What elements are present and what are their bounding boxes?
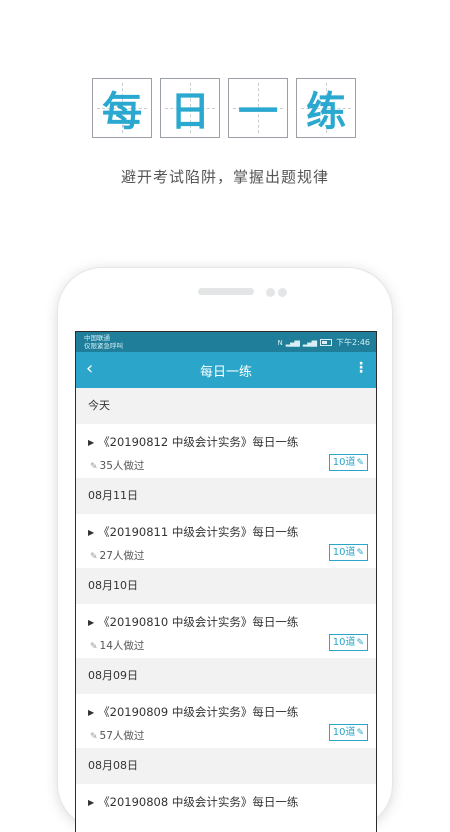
edit-icon: ✎ bbox=[356, 458, 364, 468]
phone-screen: 中国联通 仅限紧急呼叫 N ▂▄▆ ▂▄▆ 下午2:46 ‹ 每日一练 ⋮ 今天… bbox=[75, 331, 377, 832]
badge-label: 10道 bbox=[332, 727, 356, 738]
hero-char-box: 每 bbox=[92, 78, 152, 138]
item-title: 《20190810 中级会计实务》每日一练 bbox=[98, 615, 299, 629]
item-title: 《20190808 中级会计实务》每日一练 bbox=[98, 795, 299, 809]
item-count: 27人做过 bbox=[99, 550, 145, 562]
item-title-row: ▶ 《20190811 中级会计实务》每日一练 bbox=[88, 524, 298, 540]
item-title-row: ▶ 《20190810 中级会计实务》每日一练 bbox=[88, 614, 298, 630]
pencil-icon: ✎ bbox=[90, 552, 98, 562]
item-count-row: ✎ 57人做过 bbox=[90, 728, 144, 743]
back-icon[interactable]: ‹ bbox=[86, 360, 93, 378]
item-count: 14人做过 bbox=[99, 640, 145, 652]
list-item[interactable]: ▶ 《20190809 中级会计实务》每日一练 ✎ 57人做过 10道✎ bbox=[76, 694, 376, 748]
edit-icon: ✎ bbox=[356, 638, 364, 648]
status-bar: 中国联通 仅限紧急呼叫 N ▂▄▆ ▂▄▆ 下午2:46 bbox=[76, 332, 376, 352]
edit-icon: ✎ bbox=[356, 548, 364, 558]
edit-icon: ✎ bbox=[356, 728, 364, 738]
signal-icon: ▂▄▆ bbox=[302, 338, 317, 347]
item-title-row: ▶ 《20190808 中级会计实务》每日一练 bbox=[88, 794, 298, 810]
signal-icon: ▂▄▆ bbox=[285, 338, 300, 347]
hero-subtitle: 避开考试陷阱，掌握出题规律 bbox=[120, 168, 329, 186]
list-item[interactable]: ▶ 《20190808 中级会计实务》每日一练 bbox=[76, 784, 376, 832]
phone-sensor-icon bbox=[278, 288, 287, 297]
badge-label: 10道 bbox=[332, 547, 356, 558]
pencil-icon: ✎ bbox=[90, 732, 98, 742]
item-title-row: ▶ 《20190809 中级会计实务》每日一练 bbox=[88, 704, 298, 720]
practice-list: 今天 ▶ 《20190812 中级会计实务》每日一练 ✎ 35人做过 10道✎ 08… bbox=[76, 388, 376, 832]
phone-frame: 中国联通 仅限紧急呼叫 N ▂▄▆ ▂▄▆ 下午2:46 ‹ 每日一练 ⋮ 今天… bbox=[58, 268, 392, 832]
phone-camera-icon bbox=[266, 288, 275, 297]
question-count-badge[interactable]: 10道✎ bbox=[328, 724, 368, 741]
date-header: 今天 bbox=[76, 388, 376, 424]
item-count: 57人做过 bbox=[99, 730, 145, 742]
item-title-row: ▶ 《20190812 中级会计实务》每日一练 bbox=[88, 434, 298, 450]
more-menu-icon[interactable]: ⋮ bbox=[354, 361, 368, 375]
page-title: 每日一练 bbox=[199, 364, 252, 380]
hero-char: 一 bbox=[238, 89, 278, 135]
pencil-icon: ✎ bbox=[90, 642, 98, 652]
play-triangle-icon: ▶ bbox=[88, 438, 95, 447]
list-item[interactable]: ▶ 《20190810 中级会计实务》每日一练 ✎ 14人做过 10道✎ bbox=[76, 604, 376, 658]
item-count-row: ✎ 35人做过 bbox=[90, 458, 144, 473]
hero-char: 日 bbox=[170, 89, 210, 135]
date-header: 08月11日 bbox=[76, 478, 376, 514]
question-count-badge[interactable]: 10道✎ bbox=[328, 544, 368, 561]
item-count-row: ✎ 27人做过 bbox=[90, 548, 144, 563]
item-title: 《20190809 中级会计实务》每日一练 bbox=[98, 705, 299, 719]
date-header: 08月10日 bbox=[76, 568, 376, 604]
play-triangle-icon: ▶ bbox=[88, 708, 95, 717]
play-triangle-icon: ▶ bbox=[88, 618, 95, 627]
item-title: 《20190811 中级会计实务》每日一练 bbox=[98, 525, 299, 539]
date-header: 08月09日 bbox=[76, 658, 376, 694]
nfc-icon: N bbox=[277, 338, 282, 347]
play-triangle-icon: ▶ bbox=[88, 528, 95, 537]
badge-label: 10道 bbox=[332, 637, 356, 648]
date-header: 08月08日 bbox=[76, 748, 376, 784]
badge-label: 10道 bbox=[332, 457, 356, 468]
app-bar: ‹ 每日一练 ⋮ bbox=[76, 352, 376, 388]
status-time: 下午2:46 bbox=[336, 338, 370, 347]
pencil-icon: ✎ bbox=[90, 462, 98, 472]
carrier-name: 中国联通 bbox=[84, 334, 110, 342]
hero-char: 每 bbox=[102, 89, 142, 135]
carrier-info: 中国联通 仅限紧急呼叫 bbox=[84, 334, 123, 350]
item-count: 35人做过 bbox=[99, 460, 145, 472]
play-triangle-icon: ▶ bbox=[88, 798, 95, 807]
hero-char-box: 练 bbox=[296, 78, 356, 138]
battery-icon bbox=[320, 339, 333, 346]
carrier-status: 仅限紧急呼叫 bbox=[84, 342, 123, 350]
hero-char: 练 bbox=[306, 89, 346, 135]
item-count-row: ✎ 14人做过 bbox=[90, 638, 144, 653]
status-icons: N ▂▄▆ ▂▄▆ 下午2:46 bbox=[277, 337, 370, 348]
list-item[interactable]: ▶ 《20190812 中级会计实务》每日一练 ✎ 35人做过 10道✎ bbox=[76, 424, 376, 478]
list-item[interactable]: ▶ 《20190811 中级会计实务》每日一练 ✎ 27人做过 10道✎ bbox=[76, 514, 376, 568]
item-title: 《20190812 中级会计实务》每日一练 bbox=[98, 435, 299, 449]
phone-speaker bbox=[198, 288, 254, 295]
hero-char-box: 日 bbox=[160, 78, 220, 138]
hero-char-box: 一 bbox=[228, 78, 288, 138]
question-count-badge[interactable]: 10道✎ bbox=[328, 454, 368, 471]
question-count-badge[interactable]: 10道✎ bbox=[328, 634, 368, 651]
hero-title: 每 日 一 练 bbox=[92, 78, 356, 140]
